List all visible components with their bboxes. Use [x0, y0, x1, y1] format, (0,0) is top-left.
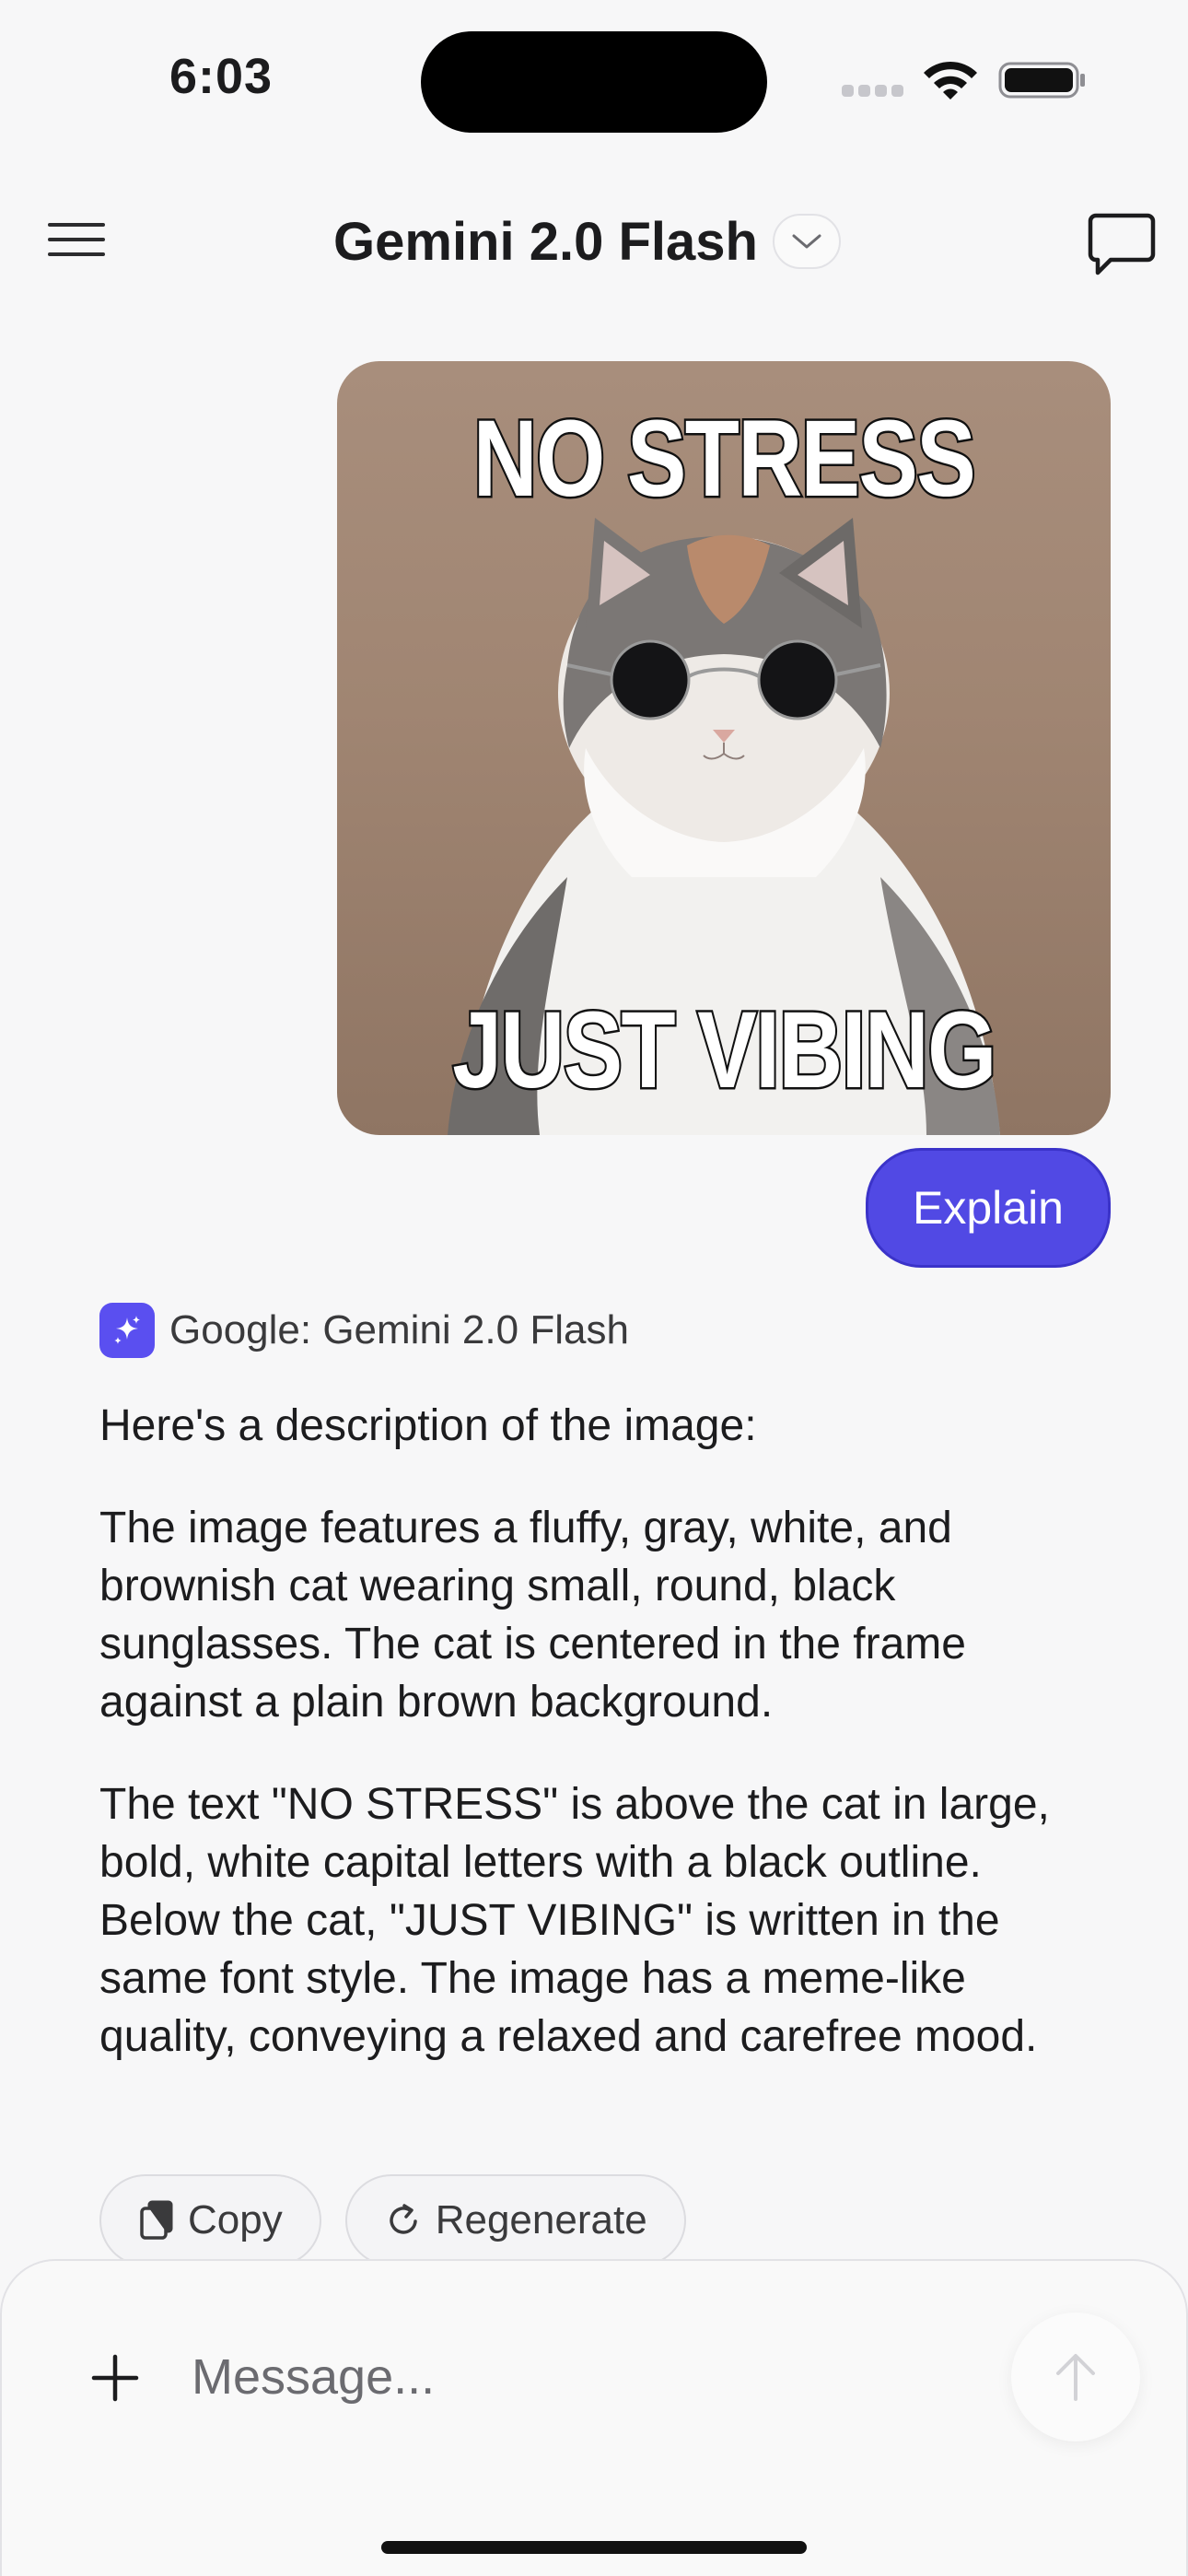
response-paragraph: Here's a description of the image:	[99, 1401, 757, 1450]
menu-icon[interactable]	[48, 223, 105, 260]
copy-button[interactable]: Copy	[99, 2174, 321, 2266]
home-indicator	[381, 2541, 807, 2554]
regenerate-label: Regenerate	[435, 2197, 647, 2242]
message-composer	[0, 2259, 1188, 2576]
user-image-attachment[interactable]: NO STRESS JUST VIBING	[337, 361, 1111, 1135]
meme-top-text: NO STRESS	[472, 396, 978, 522]
send-button[interactable]	[1011, 2313, 1140, 2441]
model-selector[interactable]: Gemini 2.0 Flash	[333, 205, 841, 278]
message-input[interactable]	[192, 2340, 947, 2414]
arrow-up-icon	[1056, 2354, 1095, 2401]
assistant-response: Here's a description of the image: The i…	[99, 1397, 1112, 2110]
page-title: Gemini 2.0 Flash	[333, 211, 758, 272]
header: Gemini 2.0 Flash	[0, 184, 1188, 299]
sparkle-icon	[99, 1303, 155, 1358]
model-attribution: Google: Gemini 2.0 Flash	[99, 1303, 629, 1358]
model-name-label: Google: Gemini 2.0 Flash	[169, 1307, 629, 1352]
copy-label: Copy	[188, 2197, 283, 2242]
model-dropdown-button[interactable]	[772, 214, 841, 269]
copy-icon	[140, 2200, 173, 2240]
refresh-icon	[390, 2204, 417, 2234]
response-paragraph: The image features a fluffy, gray, white…	[99, 1504, 966, 1727]
meme-bottom-text: JUST VIBING	[450, 988, 998, 1114]
battery-icon	[998, 62, 1085, 99]
chat-screen: 6:03 Gemini 2.0 Flash NO STRESS JUST VIB…	[0, 0, 1188, 2576]
status-bar: 6:03	[0, 0, 1188, 147]
dynamic-island	[421, 31, 767, 133]
response-actions: Copy Regenerate	[99, 2174, 686, 2266]
cellular-signal-icon	[842, 85, 904, 98]
wifi-icon	[924, 61, 977, 100]
plus-icon[interactable]	[90, 2353, 140, 2403]
user-message-bubble: Explain	[866, 1148, 1111, 1268]
status-time: 6:03	[169, 49, 274, 104]
response-paragraph: The text "NO STRESS" is above the cat in…	[99, 1780, 1050, 2061]
new-chat-icon[interactable]	[1087, 210, 1157, 278]
chevron-down-icon	[792, 234, 821, 249]
regenerate-button[interactable]: Regenerate	[344, 2174, 686, 2266]
